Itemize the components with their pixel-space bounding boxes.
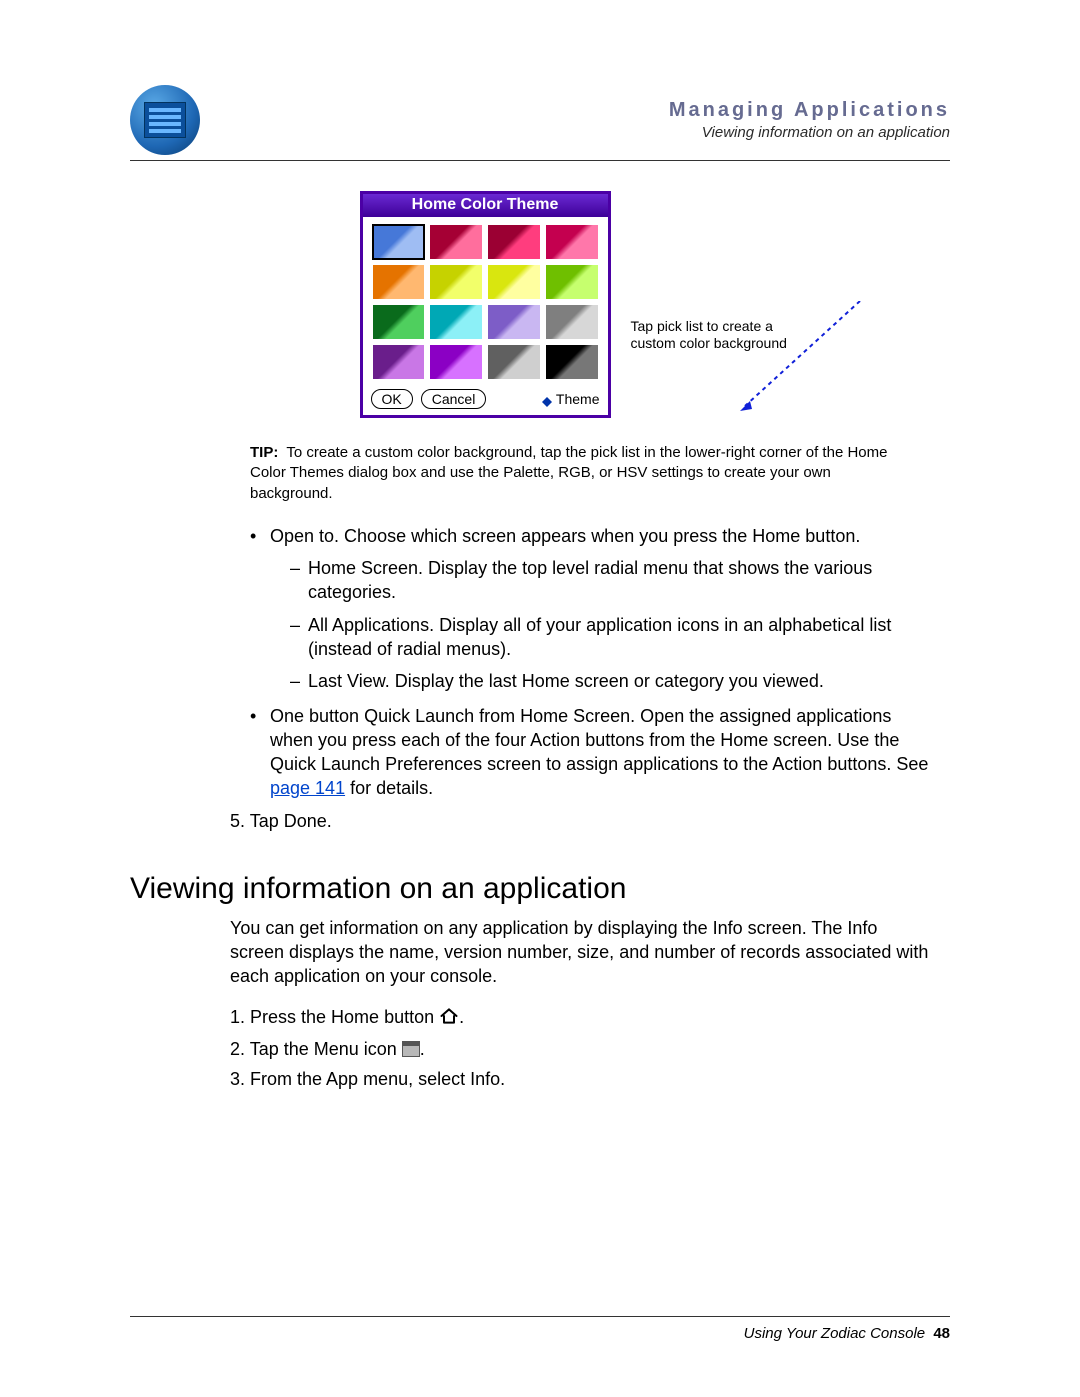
color-swatch-14[interactable]: [488, 345, 540, 379]
color-swatch-15[interactable]: [546, 345, 598, 379]
body-content: Open to. Choose which screen appears whe…: [250, 524, 930, 801]
section-body: You can get information on any applicati…: [230, 916, 930, 1092]
color-swatch-3[interactable]: [546, 225, 598, 259]
step-1-post: .: [459, 1007, 464, 1027]
tip-text: To create a custom color background, tap…: [250, 444, 887, 502]
quick-launch-text-post: for details.: [345, 778, 433, 798]
section-intro: You can get information on any applicati…: [230, 916, 930, 989]
cancel-button[interactable]: Cancel: [421, 389, 487, 409]
page-footer: Using Your Zodiac Console 48: [744, 1325, 950, 1342]
footer-text: Using Your Zodiac Console: [744, 1325, 926, 1342]
dash-all-applications: All Applications. Display all of your ap…: [290, 613, 930, 662]
step-2: 2. Tap the Menu icon .: [230, 1037, 930, 1061]
figure-home-color-theme: Home Color Theme OK Cancel Theme Tap pic…: [220, 191, 950, 418]
section-heading: Viewing information on an application: [130, 872, 950, 906]
theme-picklist-label: Theme: [556, 391, 600, 407]
footer-rule: [130, 1316, 950, 1317]
color-swatch-1[interactable]: [430, 225, 482, 259]
menu-icon: [402, 1041, 420, 1057]
color-swatch-11[interactable]: [546, 305, 598, 339]
tip-block: TIP:To create a custom color background,…: [250, 443, 900, 504]
color-swatch-4[interactable]: [373, 265, 425, 299]
color-swatch-6[interactable]: [488, 265, 540, 299]
chapter-subtitle: Viewing information on an application: [669, 124, 950, 141]
color-swatch-7[interactable]: [546, 265, 598, 299]
theme-picklist[interactable]: Theme: [542, 391, 600, 407]
color-swatch-0[interactable]: [373, 225, 425, 259]
color-swatch-12[interactable]: [373, 345, 425, 379]
chapter-icon: [130, 85, 200, 155]
header-rule: [130, 160, 950, 161]
step-2-post: .: [420, 1039, 425, 1059]
page-141-link[interactable]: page 141: [270, 778, 345, 798]
step-1: 1. Press the Home button .: [230, 1005, 930, 1031]
chapter-title: Managing Applications: [669, 99, 950, 122]
dash-home-screen: Home Screen. Display the top level radia…: [290, 556, 930, 605]
color-swatch-10[interactable]: [488, 305, 540, 339]
dash-last-view: Last View. Display the last Home screen …: [290, 669, 930, 693]
bullet-quick-launch: One button Quick Launch from Home Screen…: [250, 704, 930, 801]
color-swatch-8[interactable]: [373, 305, 425, 339]
color-swatch-5[interactable]: [430, 265, 482, 299]
ok-button[interactable]: OK: [371, 389, 413, 409]
step-3: 3. From the App menu, select Info.: [230, 1067, 930, 1091]
step-1-pre: 1. Press the Home button: [230, 1007, 439, 1027]
color-swatch-grid: [363, 217, 608, 385]
home-icon: [439, 1007, 459, 1031]
page-number: 48: [933, 1325, 950, 1342]
color-swatch-13[interactable]: [430, 345, 482, 379]
bullet-open-to: Open to. Choose which screen appears whe…: [250, 524, 930, 694]
diamond-icon: [542, 392, 552, 402]
dialog-title: Home Color Theme: [363, 194, 608, 217]
bullet-open-to-text: Open to. Choose which screen appears whe…: [270, 526, 860, 546]
home-color-theme-dialog: Home Color Theme OK Cancel Theme: [360, 191, 611, 418]
color-swatch-9[interactable]: [430, 305, 482, 339]
step-2-pre: 2. Tap the Menu icon: [230, 1039, 402, 1059]
color-swatch-2[interactable]: [488, 225, 540, 259]
tip-label: TIP:: [250, 444, 278, 461]
page-header: Managing Applications Viewing informatio…: [130, 85, 950, 155]
document-page: Managing Applications Viewing informatio…: [0, 0, 1080, 1397]
step-5: 5. Tap Done.: [230, 811, 950, 832]
quick-launch-text-pre: One button Quick Launch from Home Screen…: [270, 706, 928, 775]
figure-annotation: Tap pick list to create a custom color b…: [631, 318, 811, 352]
